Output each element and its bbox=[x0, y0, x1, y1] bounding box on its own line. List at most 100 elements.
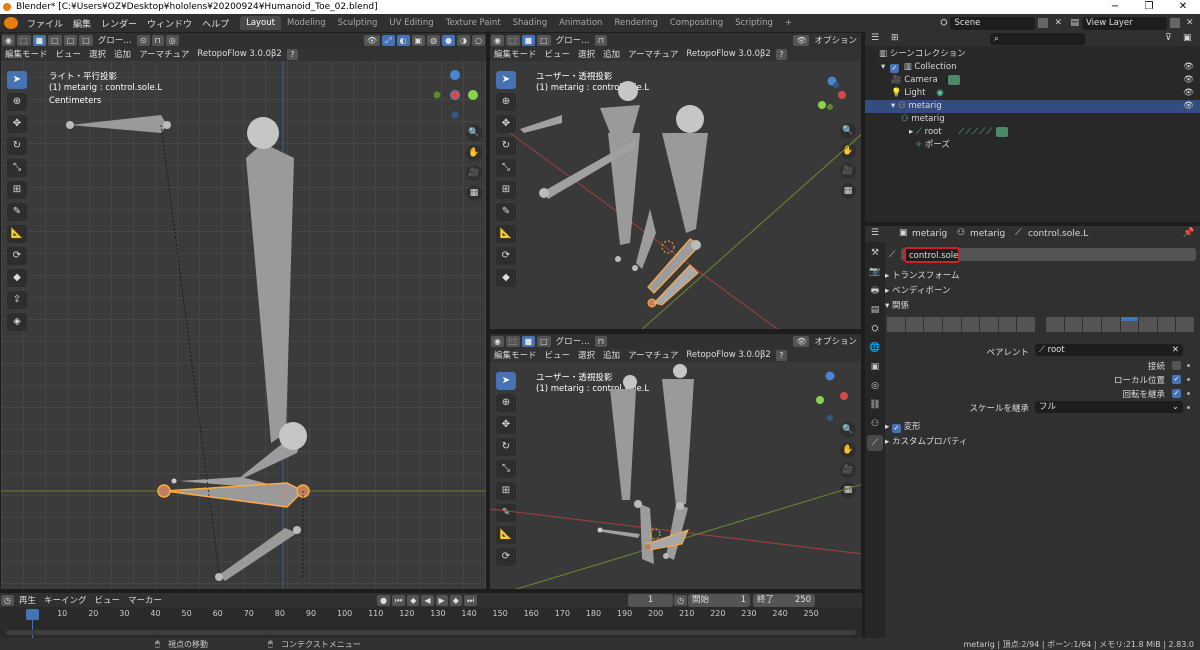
deform-checkbox[interactable]: ✓ bbox=[891, 424, 901, 433]
bone-toe[interactable] bbox=[219, 528, 297, 581]
keyframe-dot[interactable] bbox=[1187, 364, 1190, 367]
gizmo-y-icon[interactable] bbox=[818, 101, 826, 109]
menu-file[interactable]: ファイル bbox=[22, 17, 68, 30]
prev-keyframe-icon[interactable]: ◆ bbox=[407, 594, 420, 606]
output-tab-icon[interactable]: 🖶 bbox=[867, 283, 883, 299]
section-relations[interactable]: ▾ 関係 bbox=[885, 299, 909, 311]
outliner-row-metarig[interactable]: ▾ ⚇ metarig 👁 bbox=[865, 100, 1200, 113]
outliner-scene-collection[interactable]: ▥ シーンコレクション bbox=[865, 48, 1200, 61]
menu-playback[interactable]: 再生 bbox=[15, 594, 40, 606]
eye-icon[interactable]: 👁 bbox=[1183, 61, 1194, 74]
eye-icon[interactable]: 👁 bbox=[1183, 87, 1194, 100]
tab-scripting[interactable]: Scripting bbox=[729, 16, 779, 30]
minimize-button[interactable]: − bbox=[1098, 0, 1132, 14]
tool-tab-icon[interactable]: ⚒ bbox=[867, 245, 883, 261]
new-scene-icon[interactable] bbox=[1038, 18, 1049, 28]
gizmo-x-icon[interactable] bbox=[840, 392, 848, 400]
close-button[interactable]: ✕ bbox=[1166, 0, 1200, 14]
object-tab-icon[interactable]: ▣ bbox=[867, 359, 883, 375]
outliner-type-icon[interactable]: ☰ bbox=[871, 33, 879, 43]
bone-hip-head[interactable] bbox=[247, 117, 279, 149]
start-frame-field[interactable]: 開始 1 bbox=[688, 593, 751, 607]
keyframe-dot[interactable] bbox=[1187, 378, 1190, 381]
filter-icon[interactable]: ⊽ bbox=[1165, 33, 1172, 43]
connected-checkbox[interactable] bbox=[1172, 361, 1181, 370]
tab-uv-editing[interactable]: UV Editing bbox=[383, 16, 439, 30]
new-view-layer-icon[interactable] bbox=[1170, 18, 1180, 28]
delete-scene-icon[interactable]: ✕ bbox=[1054, 18, 1064, 28]
bone-layers-right[interactable] bbox=[1046, 317, 1194, 332]
tab-shading[interactable]: Shading bbox=[507, 16, 554, 30]
tab-rendering[interactable]: Rendering bbox=[608, 16, 663, 30]
play-reverse-icon[interactable]: ◀ bbox=[421, 594, 434, 606]
gizmo-y-icon[interactable] bbox=[468, 90, 478, 100]
eye-icon[interactable]: 👁 bbox=[1183, 100, 1194, 113]
inherit-rotation-checkbox[interactable]: ✓ bbox=[1172, 389, 1181, 398]
keyframe-dot[interactable] bbox=[1187, 392, 1190, 395]
inherit-scale-dropdown[interactable]: フル ⌄ bbox=[1035, 401, 1183, 413]
tab-layout[interactable]: Layout bbox=[240, 16, 281, 30]
menu-marker[interactable]: マーカー bbox=[124, 594, 166, 606]
add-workspace-button[interactable]: + bbox=[779, 16, 798, 30]
view-layer-tab-icon[interactable]: ▤ bbox=[867, 302, 883, 318]
bone-control-sole-selected[interactable] bbox=[645, 529, 689, 551]
next-keyframe-icon[interactable]: ◆ bbox=[449, 594, 462, 606]
bone-thigh[interactable] bbox=[662, 379, 694, 506]
view-layer-selector[interactable]: View Layer bbox=[1082, 16, 1167, 30]
gizmo-y-icon[interactable] bbox=[816, 396, 824, 404]
light-data-icon[interactable]: ◉ bbox=[936, 88, 943, 98]
section-custom-properties[interactable]: ▸ カスタムプロパティ bbox=[885, 435, 967, 447]
editor-type-icon[interactable]: ◷ bbox=[1, 594, 14, 606]
expand-icon[interactable]: ▾ bbox=[881, 62, 885, 72]
gizmo-neg-y-icon[interactable] bbox=[433, 91, 441, 99]
bone-knee-head[interactable] bbox=[279, 422, 307, 450]
bone-hip-head[interactable] bbox=[673, 364, 687, 378]
viewport-top-right[interactable]: ◉ ⬚ ■ □ グロー… ⊓ 👁 オプション 編集モード ビュー 選択 追加 ア… bbox=[489, 32, 862, 330]
gizmo-z-icon[interactable] bbox=[825, 371, 835, 381]
physics-tab-icon[interactable]: ◎ bbox=[867, 378, 883, 394]
clear-icon[interactable]: ✕ bbox=[1172, 344, 1179, 356]
bone-hip-head[interactable] bbox=[676, 105, 704, 133]
gizmo-x-icon[interactable] bbox=[451, 91, 459, 99]
bone-thigh[interactable] bbox=[246, 143, 294, 443]
menu-help[interactable]: ヘルプ bbox=[197, 17, 234, 30]
new-collection-icon[interactable]: ▣ bbox=[1183, 33, 1192, 43]
tab-compositing[interactable]: Compositing bbox=[664, 16, 729, 30]
outliner-row-light[interactable]: 💡 Light ◉ 👁 bbox=[865, 87, 1200, 100]
world-tab-icon[interactable]: 🌐 bbox=[867, 340, 883, 356]
end-frame-field[interactable]: 終了 250 bbox=[753, 593, 816, 607]
maximize-button[interactable]: ❐ bbox=[1132, 0, 1166, 14]
expand-icon[interactable]: ▸ bbox=[909, 127, 913, 137]
menu-keying[interactable]: キーイング bbox=[40, 594, 91, 606]
jump-start-icon[interactable]: ⏮ bbox=[392, 594, 406, 606]
pin-icon[interactable]: 📌 bbox=[1183, 228, 1194, 238]
current-frame-field[interactable]: 1 bbox=[628, 593, 674, 607]
record-icon[interactable]: ● bbox=[377, 594, 391, 606]
delete-view-layer-icon[interactable]: ✕ bbox=[1186, 18, 1196, 28]
viewport-bottom-right[interactable]: ◉ ⬚ ■ □ グロー… ⊓ 👁 オプション 編集モード ビュー 選択 追加 ア… bbox=[489, 333, 862, 590]
outliner-row-collection[interactable]: ▾ ✓ ▥ Collection 👁 bbox=[865, 61, 1200, 74]
bone-control-sole-selected[interactable] bbox=[164, 482, 305, 508]
keyframe-dot[interactable] bbox=[1187, 406, 1190, 409]
bone-name-field[interactable]: control.sole.L bbox=[904, 247, 960, 263]
armature-data-tab-icon[interactable]: ⚇ bbox=[867, 416, 883, 432]
outliner-row-camera[interactable]: 🎥 Camera 👁 bbox=[865, 74, 1200, 87]
properties-type-icon[interactable]: ☰ bbox=[871, 228, 879, 238]
expand-icon[interactable]: ▾ bbox=[891, 101, 895, 111]
outliner-search-input[interactable]: ⌕ bbox=[990, 33, 1085, 45]
tab-modeling[interactable]: Modeling bbox=[281, 16, 332, 30]
eye-icon[interactable]: 👁 bbox=[1183, 74, 1194, 87]
section-transform[interactable]: ▸ トランスフォーム bbox=[885, 269, 960, 281]
menu-window[interactable]: ウィンドウ bbox=[142, 17, 197, 30]
timeline-scrollbar[interactable] bbox=[6, 630, 856, 635]
preview-range-icon[interactable]: ◷ bbox=[674, 594, 688, 606]
bone-shoulder[interactable] bbox=[70, 115, 167, 133]
tab-animation[interactable]: Animation bbox=[553, 16, 608, 30]
blender-menu-icon[interactable] bbox=[4, 17, 18, 29]
parent-field[interactable]: ⟋ root ✕ bbox=[1035, 344, 1183, 356]
camera-data-icon[interactable] bbox=[948, 74, 961, 85]
viewport-left[interactable]: ◉ ⬚ ■ □ □ □ グロー… ⊙ ⊓ ◎ 👁 ⤢ ◐ ▣ ◍ ● ◑ ○ 編… bbox=[0, 32, 487, 590]
menu-render[interactable]: レンダー bbox=[96, 17, 142, 30]
outliner-row-armature-data[interactable]: ⚇ metarig bbox=[865, 113, 1200, 126]
play-icon[interactable]: ▶ bbox=[435, 594, 448, 606]
